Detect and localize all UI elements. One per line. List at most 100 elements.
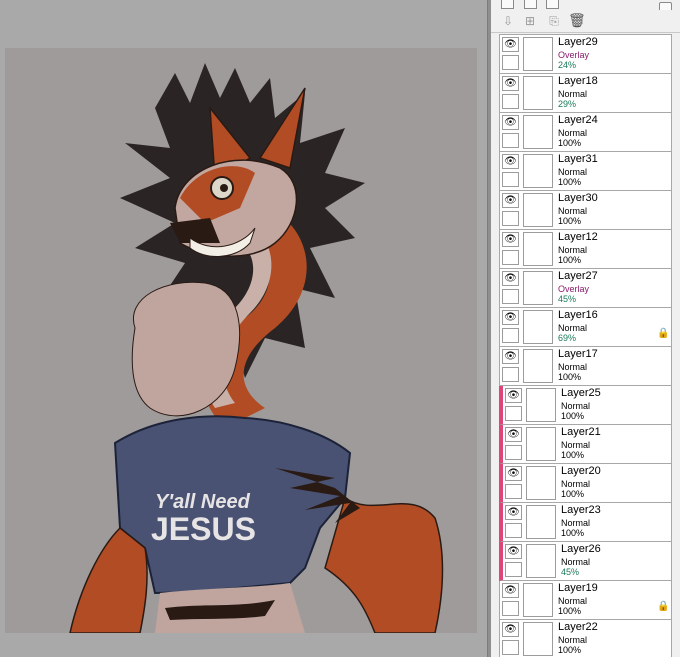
visibility-eye-icon[interactable]: 👁 [502,76,519,91]
layer-name: Layer21 [561,426,601,438]
layer-name: Layer29 [558,36,598,48]
blend-box[interactable] [501,0,514,9]
layer-row[interactable]: 👁 Layer18 Normal 29% [499,74,672,113]
layer-blend-mode: Overlay [558,50,590,60]
layer-opacity: 100% [558,177,582,187]
layer-blend-mode: Normal [561,401,591,411]
visibility-eye-icon[interactable]: 👁 [502,154,519,169]
layer-row[interactable]: 👁 Layer25 Normal 100% [499,386,672,425]
layer-opacity: 29% [558,99,577,109]
visibility-eye-icon[interactable]: 👁 [502,349,519,364]
layer-thumbnail [526,388,556,422]
canvas-workspace[interactable]: Y'all Need JESUS [0,0,487,657]
edit-target-checkbox[interactable] [502,172,519,187]
layer-row[interactable]: 👁 Layer20 Normal 100% [499,464,672,503]
edit-target-checkbox[interactable] [505,445,522,460]
layer-opacity: 100% [561,411,585,421]
layer-name: Layer27 [558,270,598,282]
visibility-eye-icon[interactable]: 👁 [502,232,519,247]
layer-row[interactable]: 👁 Layer26 Normal 45% [499,542,672,581]
edit-target-checkbox[interactable] [502,289,519,304]
layer-thumbnail [523,76,553,110]
pen-box[interactable] [524,0,537,9]
shirt-text-line1: Y'all Need [155,491,251,513]
layer-row[interactable]: 👁 Layer19 Normal 100% 🔒 [499,581,672,620]
layer-thumbnail [523,271,553,305]
artwork: Y'all Need JESUS [69,63,450,633]
layer-row[interactable]: 👁 Layer22 Normal 100% [499,620,672,657]
layer-row[interactable]: 👁 Layer23 Normal 100% [499,503,672,542]
layer-blend-mode: Normal [558,635,588,645]
visibility-eye-icon[interactable]: 👁 [502,115,519,130]
visibility-eye-icon[interactable]: 👁 [502,271,519,286]
edit-target-checkbox[interactable] [502,328,519,343]
new-raster-layer-icon[interactable]: ⇩ [500,13,516,29]
layer-opacity: 100% [561,489,585,499]
layer-row[interactable]: 👁 Layer29 Overlay 24% [499,34,672,74]
layer-thumbnail [523,232,553,266]
layer-blend-mode: Normal [558,167,588,177]
edit-target-checkbox[interactable] [502,211,519,226]
copy-layer-icon[interactable]: ⎘ [546,13,562,29]
layer-row[interactable]: 👁 Layer12 Normal 100% [499,230,672,269]
layer-row[interactable]: 👁 Layer21 Normal 100% [499,425,672,464]
new-folder-icon[interactable]: ⊞ [522,13,538,29]
edit-target-checkbox[interactable] [502,601,519,616]
layer-blend-mode: Overlay [558,284,590,294]
layer-toolbar: ⇩ ⊞ ⎘ ▭ 🗑 [491,10,680,33]
mask-box[interactable] [546,0,559,9]
layer-blend-mode: Normal [558,323,588,333]
layer-blend-mode: Normal [561,557,591,567]
layer-opacity: 45% [558,294,577,304]
visibility-eye-icon[interactable]: 👁 [502,37,519,52]
visibility-eye-icon[interactable]: 👁 [502,310,519,325]
layer-row[interactable]: 👁 Layer24 Normal 100% [499,113,672,152]
edit-target-checkbox[interactable] [505,406,522,421]
layer-name: Layer16 [558,309,598,321]
layer-name: Layer12 [558,231,598,243]
layer-name: Layer19 [558,582,598,594]
edit-target-checkbox[interactable] [505,562,522,577]
layer-name: Layer30 [558,192,598,204]
layer-opacity: 45% [561,567,580,577]
layer-row[interactable]: 👁 Layer31 Normal 100% [499,152,672,191]
layer-row[interactable]: 👁 Layer27 Overlay 45% [499,269,672,308]
layer-thumbnail [526,505,556,539]
edit-target-checkbox[interactable] [502,640,519,655]
visibility-eye-icon[interactable]: 👁 [505,427,522,442]
visibility-eye-icon[interactable]: 👁 [505,388,522,403]
layer-blend-mode: Normal [558,596,588,606]
edit-target-checkbox[interactable] [502,94,519,109]
edit-target-checkbox[interactable] [502,55,519,70]
edit-target-checkbox[interactable] [502,367,519,382]
delete-layer-icon[interactable]: 🗑 [568,13,586,29]
visibility-eye-icon[interactable]: 👁 [505,544,522,559]
layer-thumbnail [523,349,553,383]
visibility-eye-icon[interactable]: 👁 [502,193,519,208]
layer-blend-mode: Normal [558,128,588,138]
visibility-eye-icon[interactable]: 👁 [502,622,519,637]
drawing-canvas[interactable]: Y'all Need JESUS [5,48,477,633]
edit-target-checkbox[interactable] [502,133,519,148]
layer-row[interactable]: 👁 Layer16 Normal 69% 🔒 [499,308,672,347]
lock-icon[interactable]: 🔒 [657,601,669,613]
layer-opacity: 100% [558,606,582,616]
layer-name: Layer23 [561,504,601,516]
lock-icon[interactable]: 🔒 [657,328,669,340]
edit-target-checkbox[interactable] [505,523,522,538]
visibility-eye-icon[interactable]: 👁 [505,505,522,520]
edit-target-checkbox[interactable] [505,484,522,499]
layer-name: Layer18 [558,75,598,87]
layer-opacity: 100% [561,528,585,538]
layer-list[interactable]: 👁 Layer29 Overlay 24% 👁 Layer18 Normal 29% 👁 Laye… [499,34,672,657]
layer-row[interactable]: 👁 Layer17 Normal 100% [499,347,672,386]
layer-thumbnail [523,583,553,617]
layer-name: Layer31 [558,153,598,165]
visibility-eye-icon[interactable]: 👁 [502,583,519,598]
edit-target-checkbox[interactable] [502,250,519,265]
layer-opacity: 100% [561,450,585,460]
layer-opacity: 100% [558,255,582,265]
layer-row[interactable]: 👁 Layer30 Normal 100% [499,191,672,230]
visibility-eye-icon[interactable]: 👁 [505,466,522,481]
layer-thumbnail [523,622,553,656]
